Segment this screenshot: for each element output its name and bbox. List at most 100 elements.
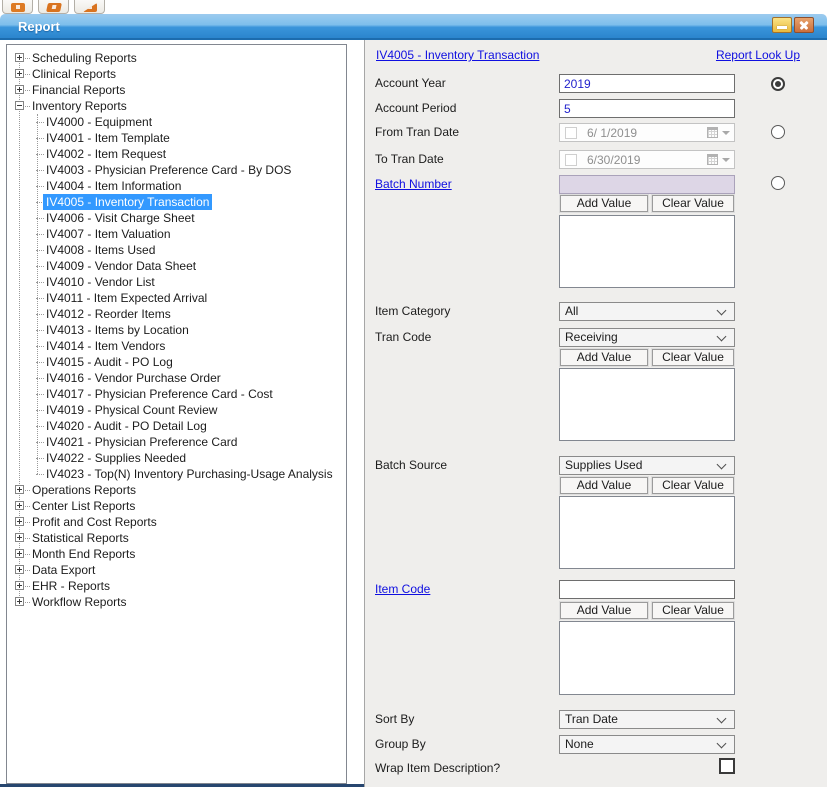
tree-item-label[interactable]: Statistical Reports bbox=[29, 530, 132, 546]
tree-item-label[interactable]: IV4004 - Item Information bbox=[43, 178, 184, 194]
report-title-link[interactable]: IV4005 - Inventory Transaction bbox=[376, 48, 539, 62]
tree-item[interactable]: IV4013 - Items by Location bbox=[7, 322, 346, 338]
tree-item-label[interactable]: IV4001 - Item Template bbox=[43, 130, 173, 146]
expand-plus-icon[interactable] bbox=[15, 581, 24, 590]
tree-item-label[interactable]: IV4003 - Physician Preference Card - By … bbox=[43, 162, 294, 178]
tree-item-label[interactable]: IV4016 - Vendor Purchase Order bbox=[43, 370, 224, 386]
wrap-item-description-checkbox[interactable] bbox=[719, 758, 735, 774]
tree-item[interactable]: Center List Reports bbox=[7, 498, 346, 514]
to-date-checkbox[interactable] bbox=[565, 154, 577, 166]
tree-item-label[interactable]: Inventory Reports bbox=[29, 98, 130, 114]
batch-clear-value-button[interactable]: Clear Value bbox=[652, 195, 734, 212]
tree-item[interactable]: IV4008 - Items Used bbox=[7, 242, 346, 258]
tree-item-label[interactable]: IV4011 - Item Expected Arrival bbox=[43, 290, 210, 306]
expand-plus-icon[interactable] bbox=[15, 533, 24, 542]
tree-item[interactable]: Workflow Reports bbox=[7, 594, 346, 610]
tree-item-label[interactable]: IV4009 - Vendor Data Sheet bbox=[43, 258, 199, 274]
tree-item-label[interactable]: IV4013 - Items by Location bbox=[43, 322, 192, 338]
tree-item-label[interactable]: Workflow Reports bbox=[29, 594, 129, 610]
tree-item[interactable]: IV4011 - Item Expected Arrival bbox=[7, 290, 346, 306]
itemcode-clear-value-button[interactable]: Clear Value bbox=[652, 602, 734, 619]
sort-by-select[interactable]: Tran Date bbox=[559, 710, 735, 729]
from-tran-date-picker[interactable]: 6/ 1/2019 bbox=[559, 123, 735, 142]
tree-item-label[interactable]: IV4010 - Vendor List bbox=[43, 274, 158, 290]
tree-item[interactable]: IV4006 - Visit Charge Sheet bbox=[7, 210, 346, 226]
item-code-listbox[interactable] bbox=[559, 621, 735, 695]
account-year-radio[interactable] bbox=[771, 77, 785, 91]
tran-date-radio[interactable] bbox=[771, 125, 785, 139]
tree-item-label[interactable]: Month End Reports bbox=[29, 546, 138, 562]
tree-item[interactable]: Clinical Reports bbox=[7, 66, 346, 82]
tree-item[interactable]: Statistical Reports bbox=[7, 530, 346, 546]
group-by-select[interactable]: None bbox=[559, 735, 735, 754]
tree-item-label[interactable]: Operations Reports bbox=[29, 482, 139, 498]
tree-item[interactable]: IV4016 - Vendor Purchase Order bbox=[7, 370, 346, 386]
expand-plus-icon[interactable] bbox=[15, 53, 24, 62]
itemcode-add-value-button[interactable]: Add Value bbox=[560, 602, 648, 619]
tree-item[interactable]: Profit and Cost Reports bbox=[7, 514, 346, 530]
tree-item[interactable]: IV4019 - Physical Count Review bbox=[7, 402, 346, 418]
tree-item-label[interactable]: IV4007 - Item Valuation bbox=[43, 226, 174, 242]
tree-item-label[interactable]: IV4005 - Inventory Transaction bbox=[43, 194, 212, 210]
tree-item[interactable]: IV4001 - Item Template bbox=[7, 130, 346, 146]
tree-item-label[interactable]: IV4012 - Reorder Items bbox=[43, 306, 174, 322]
account-period-input[interactable] bbox=[559, 99, 735, 118]
batchsource-add-value-button[interactable]: Add Value bbox=[560, 477, 648, 494]
tree-item-label[interactable]: Financial Reports bbox=[29, 82, 128, 98]
tree-item-label[interactable]: IV4023 - Top(N) Inventory Purchasing-Usa… bbox=[43, 466, 336, 482]
tree-item[interactable]: IV4003 - Physician Preference Card - By … bbox=[7, 162, 346, 178]
tran-code-listbox[interactable] bbox=[559, 368, 735, 441]
tree-item[interactable]: IV4023 - Top(N) Inventory Purchasing-Usa… bbox=[7, 466, 346, 482]
tree-item-label[interactable]: Data Export bbox=[29, 562, 98, 578]
tree-item-label[interactable]: IV4015 - Audit - PO Log bbox=[43, 354, 176, 370]
tree-item[interactable]: IV4004 - Item Information bbox=[7, 178, 346, 194]
tree-item-label[interactable]: EHR - Reports bbox=[29, 578, 113, 594]
tree-item[interactable]: EHR - Reports bbox=[7, 578, 346, 594]
tree-item-label[interactable]: IV4008 - Items Used bbox=[43, 242, 158, 258]
tree-item-label[interactable]: Center List Reports bbox=[29, 498, 138, 514]
tree-item-label[interactable]: IV4006 - Visit Charge Sheet bbox=[43, 210, 198, 226]
tree-item[interactable]: IV4017 - Physician Preference Card - Cos… bbox=[7, 386, 346, 402]
batch-source-listbox[interactable] bbox=[559, 496, 735, 569]
batch-source-select[interactable]: Supplies Used bbox=[559, 456, 735, 475]
tran-code-select[interactable]: Receiving bbox=[559, 328, 735, 347]
minimize-button[interactable] bbox=[772, 17, 792, 33]
calendar-dropdown-arrow[interactable] bbox=[722, 131, 730, 135]
tree-item-label[interactable]: IV4019 - Physical Count Review bbox=[43, 402, 220, 418]
tree-item-label[interactable]: IV4022 - Supplies Needed bbox=[43, 450, 189, 466]
tree-item[interactable]: IV4022 - Supplies Needed bbox=[7, 450, 346, 466]
copy-icon[interactable] bbox=[38, 0, 69, 14]
batch-add-value-button[interactable]: Add Value bbox=[560, 195, 648, 212]
batch-number-radio[interactable] bbox=[771, 176, 785, 190]
expand-plus-icon[interactable] bbox=[15, 485, 24, 494]
batch-number-link[interactable]: Batch Number bbox=[375, 177, 452, 192]
tree-item-label[interactable]: IV4020 - Audit - PO Detail Log bbox=[43, 418, 210, 434]
tree-item-label[interactable]: IV4021 - Physician Preference Card bbox=[43, 434, 240, 450]
expand-plus-icon[interactable] bbox=[15, 549, 24, 558]
collapse-minus-icon[interactable] bbox=[15, 101, 24, 110]
tree-item[interactable]: Month End Reports bbox=[7, 546, 346, 562]
tree-item-label[interactable]: Clinical Reports bbox=[29, 66, 119, 82]
tree-item[interactable]: IV4005 - Inventory Transaction bbox=[7, 194, 346, 210]
to-tran-date-picker[interactable]: 6/30/2019 bbox=[559, 150, 735, 169]
import-icon[interactable] bbox=[2, 0, 33, 14]
tree-item[interactable]: IV4015 - Audit - PO Log bbox=[7, 354, 346, 370]
report-lookup-link[interactable]: Report Look Up bbox=[716, 48, 800, 62]
report-tree[interactable]: Scheduling ReportsClinical ReportsFinanc… bbox=[6, 44, 347, 784]
tree-item[interactable]: Data Export bbox=[7, 562, 346, 578]
tree-item-label[interactable]: IV4000 - Equipment bbox=[43, 114, 155, 130]
trancode-clear-value-button[interactable]: Clear Value bbox=[652, 349, 734, 366]
tree-item[interactable]: IV4007 - Item Valuation bbox=[7, 226, 346, 242]
tree-item[interactable]: IV4014 - Item Vendors bbox=[7, 338, 346, 354]
tree-item[interactable]: Scheduling Reports bbox=[7, 50, 346, 66]
batch-number-input[interactable] bbox=[559, 175, 735, 194]
item-code-link[interactable]: Item Code bbox=[375, 582, 430, 597]
tree-item[interactable]: Inventory Reports bbox=[7, 98, 346, 114]
tree-item[interactable]: Operations Reports bbox=[7, 482, 346, 498]
account-year-input[interactable] bbox=[559, 74, 735, 93]
expand-plus-icon[interactable] bbox=[15, 85, 24, 94]
tree-item-label[interactable]: Scheduling Reports bbox=[29, 50, 140, 66]
tree-item[interactable]: IV4002 - Item Request bbox=[7, 146, 346, 162]
expand-plus-icon[interactable] bbox=[15, 501, 24, 510]
close-button[interactable] bbox=[794, 17, 814, 33]
